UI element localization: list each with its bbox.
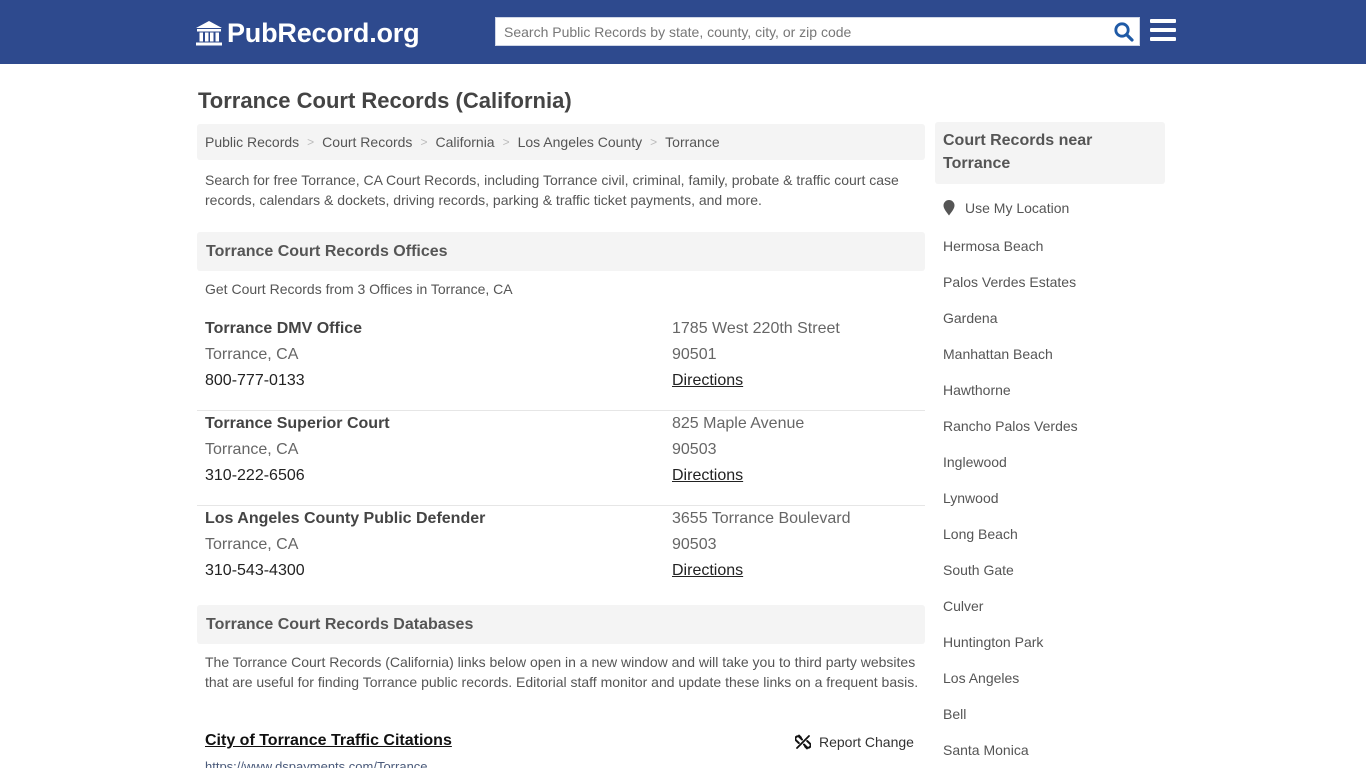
intro-text: Search for free Torrance, CA Court Recor… [205,172,899,208]
office-city: Torrance, CA [205,536,299,553]
breadcrumb-separator: > [502,135,510,149]
office-zip: 90503 [672,536,717,553]
office-name: Los Angeles County Public Defender [205,510,486,527]
report-change-label: Report Change [819,734,914,750]
office-item: Torrance Superior Court Torrance, CA 310… [197,411,925,506]
office-name: Torrance Superior Court [205,415,390,432]
offices-section-heading: Torrance Court Records Offices [197,232,925,271]
office-address: 1785 West 220th Street [672,320,840,337]
hamburger-menu-icon[interactable] [1150,19,1176,43]
nearby-cities-list: Hermosa Beach Palos Verdes Estates Garde… [943,236,1078,768]
office-zip: 90503 [672,441,717,458]
nearby-city-link[interactable]: Gardena [943,308,1078,344]
databases-section-heading: Torrance Court Records Databases [197,605,925,644]
databases-intro-text: The Torrance Court Records (California) … [205,654,919,690]
breadcrumb-public-records[interactable]: Public Records [205,134,299,150]
offices-count-text: Get Court Records from 3 Offices in Torr… [205,281,513,297]
nearby-city-link[interactable]: Rancho Palos Verdes [943,416,1078,452]
breadcrumb-california[interactable]: California [435,134,494,150]
report-change-button[interactable]: Report Change [795,734,914,750]
nearby-city-link[interactable]: Manhattan Beach [943,344,1078,380]
directions-link[interactable]: Directions [672,372,743,389]
breadcrumb-separator: > [307,135,315,149]
office-city: Torrance, CA [205,441,299,458]
menu-bar [1150,19,1176,23]
nearby-city-link[interactable]: Culver [943,596,1078,632]
nearby-city-link[interactable]: Lynwood [943,488,1078,524]
nearby-city-link[interactable]: Huntington Park [943,632,1078,668]
database-link-title[interactable]: City of Torrance Traffic Citations [205,732,452,750]
nearby-city-link[interactable]: Bell [943,704,1078,740]
top-navigation-bar: PubRecord.org [0,0,1366,64]
nearby-city-link[interactable]: Palos Verdes Estates [943,272,1078,308]
sidebar-heading: Court Records near Torrance [935,122,1165,184]
courthouse-icon [195,19,223,47]
search-input[interactable] [496,18,1106,45]
office-city: Torrance, CA [205,346,299,363]
office-phone: 310-222-6506 [205,467,305,484]
nearby-city-link[interactable]: Hawthorne [943,380,1078,416]
office-phone: 800-777-0133 [205,372,305,389]
menu-bar [1150,37,1176,41]
office-item: Torrance DMV Office Torrance, CA 800-777… [197,316,925,411]
menu-bar [1150,28,1176,32]
breadcrumb: Public Records > Court Records > Califor… [197,124,925,160]
page-title: Torrance Court Records (California) [198,88,572,113]
directions-link[interactable]: Directions [672,562,743,579]
directions-link[interactable]: Directions [672,467,743,484]
use-my-location-label: Use My Location [965,200,1070,216]
search-icon [1114,22,1134,42]
site-logo[interactable]: PubRecord.org [195,16,420,50]
nearby-city-link[interactable]: Los Angeles [943,668,1078,704]
search-box [495,17,1140,46]
office-address: 825 Maple Avenue [672,415,805,432]
nearby-city-link[interactable]: Inglewood [943,452,1078,488]
office-item: Los Angeles County Public Defender Torra… [197,506,925,601]
office-address: 3655 Torrance Boulevard [672,510,851,527]
nearby-city-link[interactable]: Santa Monica [943,740,1078,768]
nearby-city-link[interactable]: Long Beach [943,524,1078,560]
breadcrumb-torrance[interactable]: Torrance [665,134,719,150]
search-button[interactable] [1113,21,1135,43]
map-pin-icon [943,200,955,216]
broken-link-icon [795,734,811,750]
nearby-city-link[interactable]: Hermosa Beach [943,236,1078,272]
office-zip: 90501 [672,346,717,363]
database-link-url: https://www.dspayments.com/Torrance [205,759,428,768]
breadcrumb-separator: > [420,135,428,149]
office-phone: 310-543-4300 [205,562,305,579]
breadcrumb-court-records[interactable]: Court Records [322,134,412,150]
logo-text: PubRecord.org [227,17,420,48]
nearby-city-link[interactable]: South Gate [943,560,1078,596]
use-my-location-button[interactable]: Use My Location [943,200,1069,216]
breadcrumb-los-angeles-county[interactable]: Los Angeles County [518,134,643,150]
breadcrumb-separator: > [650,135,658,149]
office-name: Torrance DMV Office [205,320,363,337]
